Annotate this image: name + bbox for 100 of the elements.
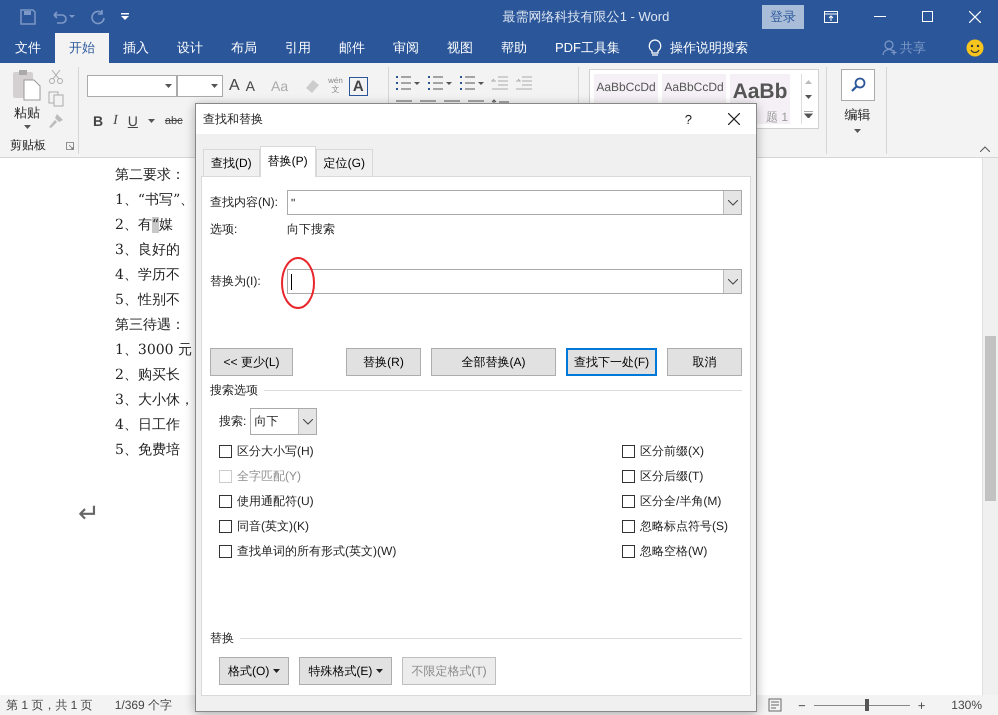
checkbox[interactable] [219,495,232,508]
document-icon[interactable] [768,698,784,712]
dialog-button[interactable]: 替换(R) [346,348,421,376]
checkbox-option[interactable]: 区分前缀(X) [622,439,742,464]
replace-field[interactable] [287,269,742,294]
dialog-button[interactable]: 查找下一处(F) [566,348,657,376]
smiley-icon[interactable] [966,39,984,57]
help-button[interactable]: ? [684,112,692,126]
close-icon[interactable] [728,113,740,125]
ribbon-tab[interactable]: 帮助 [487,33,541,63]
scroll-down-icon[interactable] [804,95,812,100]
ribbon-tab[interactable]: 引用 [271,33,325,63]
lightbulb-icon [648,39,662,57]
scrollbar-thumb[interactable] [985,336,996,501]
minimize-icon[interactable] [874,16,886,18]
dropdown-button[interactable] [298,409,316,434]
shrink-font-button[interactable]: A [246,78,256,94]
field-label: 搜索: [219,413,246,430]
paragraph-mark: ↵ [78,498,100,529]
dialog-tab[interactable]: 替换(P) [260,146,316,177]
checkbox-option[interactable]: 查找单词的所有形式(英文)(W) [219,539,396,564]
checkbox[interactable] [622,545,635,558]
find-field[interactable]: " [287,190,742,215]
redo-icon[interactable] [90,8,106,24]
list-icon[interactable] [395,75,421,91]
clipboard-icon [12,69,42,101]
checkbox-option[interactable]: 区分全/半角(M) [622,489,742,514]
document-line: 3、大小休， [115,391,194,410]
checkbox[interactable] [219,545,232,558]
dropdown-button[interactable] [723,191,741,214]
dialog-title: 查找和替换 [203,110,264,128]
format-button[interactable]: 格式(O) [219,657,290,685]
dialog-button[interactable]: 全部替换(A) [431,348,556,376]
tell-me-search[interactable]: 操作说明搜索 [670,39,748,57]
field-label: 替换为(I): [210,273,262,290]
checkbox-option[interactable]: 忽略空格(W) [622,539,742,564]
caret-icon[interactable] [148,119,155,123]
document-line: 4、日工作 [115,416,180,435]
ribbon-tab[interactable]: 设计 [163,33,217,63]
checkbox[interactable] [622,520,635,533]
checkbox[interactable] [219,445,232,458]
ribbon-tab[interactable]: 审阅 [379,33,433,63]
collapse-ribbon-icon[interactable] [980,146,990,152]
zoom-out-button[interactable]: − [798,698,806,712]
maximize-icon[interactable] [922,11,933,22]
strikethrough-button[interactable]: abc [164,115,183,127]
ribbon-tab[interactable]: 视图 [433,33,487,63]
options-value: 向下搜索 [287,220,335,238]
search-direction-select[interactable]: 向下 [250,408,318,435]
sign-in-button[interactable]: 登录 [762,4,804,28]
person-icon [882,40,898,56]
word-count: 1/369 个字 [114,696,172,714]
ribbon-tab[interactable]: 插入 [109,33,163,63]
ribbon-tab[interactable]: 布局 [217,33,271,63]
group-label: 剪贴板 [10,137,46,154]
ribbon-display-icon[interactable] [824,10,838,22]
ribbon-tab[interactable]: 邮件 [325,33,379,63]
section-title: 替换 [210,630,234,646]
checkbox-option[interactable]: 区分大小写(H) [219,439,396,464]
window-title: 最需网络科技有限公1 - Word [502,8,670,26]
checkbox[interactable] [219,520,232,533]
format-button[interactable]: 特殊格式(E) [299,657,392,685]
checkbox[interactable] [622,495,635,508]
checkbox-option[interactable]: 忽略标点符号(S) [622,514,742,539]
paste-button[interactable]: 粘贴 [0,67,48,137]
list-icon[interactable] [427,75,453,91]
dropdown-button[interactable] [723,270,741,293]
checkbox[interactable] [622,470,635,483]
grow-font-button[interactable]: A [229,77,240,95]
document-line: 2、购买长 [115,366,180,385]
checkbox-option[interactable]: 使用通配符(U) [219,489,396,514]
list-icon[interactable] [459,75,485,91]
launcher-icon[interactable] [66,142,74,150]
ribbon-tab[interactable]: PDF工具集 [541,33,634,63]
vertical-scrollbar[interactable] [982,158,998,695]
checkbox-option[interactable]: 同音(英文)(K) [219,514,396,539]
save-icon[interactable] [20,8,36,24]
dialog-tab[interactable]: 定位(G) [316,149,373,176]
search-icon [850,77,866,93]
ribbon-tab[interactable]: 开始 [55,33,109,63]
document-line: 1、3000 元 [115,341,192,360]
dialog-button[interactable]: 取消 [667,348,742,376]
zoom-in-button[interactable]: + [918,698,926,712]
document-line: 3、良好的 [115,241,180,260]
checkbox-option[interactable]: 区分后缀(T) [622,464,742,489]
slider-thumb[interactable] [864,699,868,711]
character-border-button[interactable]: A [348,76,368,96]
dialog-tab[interactable]: 查找(D) [203,149,260,176]
ribbon-tab[interactable]: 文件 [0,33,55,63]
checkbox[interactable] [622,445,635,458]
italic-button[interactable]: I [113,113,118,129]
zoom-level[interactable]: 130% [951,698,982,712]
bold-button[interactable]: B [93,113,104,129]
underline-button[interactable]: U [128,113,138,129]
dialog-button[interactable]: << 更少(L) [210,348,293,376]
document-line: 1、“书写”、 [115,191,194,210]
more-icon[interactable] [804,111,812,118]
page-count: 第 1 页，共 1 页 [6,696,93,714]
customize-icon[interactable] [120,12,130,22]
document-line: 第三待遇： [115,316,185,335]
